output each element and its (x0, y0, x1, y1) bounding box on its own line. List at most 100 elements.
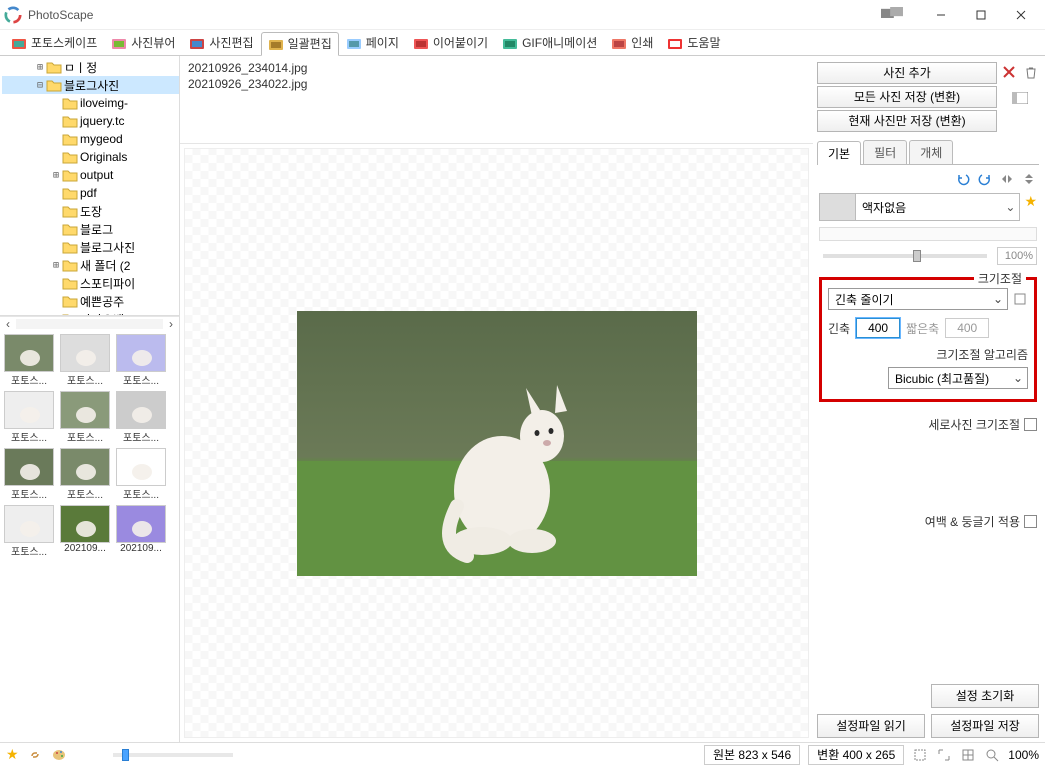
frame-label: 액자없음 (856, 199, 1001, 216)
thumbnail[interactable]: 포토스... (116, 391, 166, 444)
main-tab-포토스케이프[interactable]: 포토스케이프 (4, 31, 104, 55)
palette-icon[interactable] (51, 747, 67, 763)
expand-icon[interactable] (936, 747, 952, 763)
link-icon[interactable] (27, 747, 43, 763)
resize-mode-select[interactable]: 긴축 줄이기 ⌄ (828, 288, 1008, 310)
tree-item[interactable]: pdf (2, 184, 179, 202)
main-tab-이어붙이기[interactable]: 이어붙이기 (406, 31, 495, 55)
resize-extra-icon[interactable] (1012, 291, 1028, 307)
original-size-label: 원본 823 x 546 (704, 745, 800, 765)
undo-icon[interactable] (955, 171, 971, 187)
save-all-button[interactable]: 모든 사진 저장 (변환) (817, 86, 997, 108)
tree-item[interactable]: ⊟블로그사진 (2, 76, 179, 94)
algo-select[interactable]: Bicubic (최고품질) ⌄ (888, 367, 1028, 389)
scroll-right-icon[interactable]: › (163, 317, 179, 331)
delete-icon[interactable] (1001, 64, 1017, 80)
thumbnail[interactable]: 포토스... (4, 505, 54, 558)
trash-icon[interactable] (1023, 64, 1039, 80)
chevron-down-icon[interactable]: ⌄ (989, 292, 1007, 306)
portrait-resize-checkbox[interactable] (1024, 418, 1037, 431)
close-button[interactable] (1001, 1, 1041, 29)
file-list[interactable]: 20210926_234014.jpg20210926_234022.jpg (180, 56, 813, 144)
tab-filter[interactable]: 필터 (863, 140, 907, 164)
sidebar-toggle-icon[interactable] (1012, 90, 1028, 106)
thumbnail[interactable]: 포토스... (60, 334, 110, 387)
tree-item[interactable]: iloveimg- (2, 94, 179, 112)
frame-select[interactable]: 액자없음 ⌄ (819, 193, 1020, 221)
tree-item[interactable]: 도장 (2, 202, 179, 220)
thumbnail[interactable]: 포토스... (60, 448, 110, 501)
save-current-button[interactable]: 현재 사진만 저장 (변환) (817, 110, 997, 132)
tab-object[interactable]: 개체 (909, 140, 953, 164)
thumbnail[interactable]: 포토스... (4, 334, 54, 387)
reset-settings-button[interactable]: 설정 초기화 (931, 684, 1039, 708)
frame-slider[interactable] (819, 227, 1037, 241)
thumbnail[interactable]: 포토스... (4, 448, 54, 501)
main-tab-일괄편집[interactable]: 일괄편집 (261, 32, 339, 56)
expand-icon[interactable]: ⊟ (34, 80, 46, 91)
expand-icon[interactable]: ⊞ (50, 260, 62, 271)
image-canvas (297, 311, 697, 576)
scroll-left-icon[interactable]: ‹ (0, 317, 16, 331)
fit-icon[interactable] (912, 747, 928, 763)
main-tab-도움말[interactable]: 도움말 (660, 31, 727, 55)
flip-v-icon[interactable] (1021, 171, 1037, 187)
thumbnail[interactable]: 202109... (60, 505, 110, 558)
opacity-slider[interactable] (823, 254, 987, 258)
flip-h-icon[interactable] (999, 171, 1015, 187)
tab-basic[interactable]: 기본 (817, 141, 861, 165)
thumbnail[interactable]: 202109... (116, 505, 166, 558)
tab-icon (11, 36, 27, 50)
redo-icon[interactable] (977, 171, 993, 187)
magnify-icon[interactable] (984, 747, 1000, 763)
tree-item[interactable]: 블로그사진 (2, 238, 179, 256)
add-photo-button[interactable]: 사진 추가 (817, 62, 997, 84)
tree-item[interactable]: 예쁜공주 (2, 292, 179, 310)
margin-round-checkbox[interactable] (1024, 515, 1037, 528)
chevron-down-icon[interactable]: ⌄ (1001, 200, 1019, 214)
expand-icon[interactable]: ⊞ (50, 170, 62, 181)
save-config-button[interactable]: 설정파일 저장 (931, 714, 1039, 738)
folder-tree[interactable]: ⊞ㅁㅣ정⊟블로그사진iloveimg-jquery.tcmygeodOrigin… (0, 56, 179, 316)
load-config-button[interactable]: 설정파일 읽기 (817, 714, 925, 738)
chevron-down-icon[interactable]: ⌄ (1009, 371, 1027, 385)
long-side-input[interactable] (856, 318, 900, 338)
file-item[interactable]: 20210926_234014.jpg (188, 60, 805, 76)
main-tab-인쇄[interactable]: 인쇄 (604, 31, 660, 55)
file-item[interactable]: 20210926_234022.jpg (188, 76, 805, 92)
minimize-button[interactable] (921, 1, 961, 29)
tree-item[interactable]: ⊞output (2, 166, 179, 184)
canvas-area[interactable] (184, 148, 809, 738)
monitors-icon[interactable] (881, 7, 903, 23)
thumbnail[interactable]: 포토스... (4, 391, 54, 444)
tree-item[interactable]: mygeod (2, 130, 179, 148)
status-bar: ★ 원본 823 x 546 변환 400 x 265 100% (0, 742, 1045, 766)
tab-label: 이어붙이기 (433, 34, 488, 51)
thumbnail-image (60, 391, 110, 429)
thumbnail-grid[interactable]: 포토스...포토스...포토스...포토스...포토스...포토스...포토스.… (0, 330, 179, 742)
main-tab-사진편집[interactable]: 사진편집 (182, 31, 260, 55)
main-tab-GIF애니메이션[interactable]: GIF애니메이션 (495, 31, 604, 55)
tree-item[interactable]: 블로그 (2, 220, 179, 238)
thumbnail[interactable]: 포토스... (116, 334, 166, 387)
tree-label: iloveimg- (80, 96, 128, 110)
tree-item[interactable]: ⊞ㅁㅣ정 (2, 58, 179, 76)
favorite-icon[interactable]: ★ (6, 746, 19, 763)
zoom-slider[interactable] (113, 753, 233, 757)
thumbnail[interactable]: 포토스... (60, 391, 110, 444)
tree-item[interactable]: Originals (2, 148, 179, 166)
star-icon[interactable]: ★ (1024, 193, 1037, 210)
tree-item[interactable]: 스포티파이 (2, 274, 179, 292)
thumbnail[interactable]: 포토스... (116, 448, 166, 501)
tree-label: 예쁜공주 (80, 293, 124, 310)
thumbnail-image (116, 505, 166, 543)
main-tab-페이지[interactable]: 페이지 (339, 31, 406, 55)
tab-icon (189, 36, 205, 50)
main-tab-사진뷰어[interactable]: 사진뷰어 (104, 31, 182, 55)
tree-item[interactable]: jquery.tc (2, 112, 179, 130)
expand-icon[interactable]: ⊞ (34, 62, 46, 73)
tree-item[interactable]: ⊞새 폴더 (2 (2, 256, 179, 274)
grid-icon[interactable] (960, 747, 976, 763)
tree-hscroll[interactable]: ‹ › (0, 316, 179, 330)
maximize-button[interactable] (961, 1, 1001, 29)
